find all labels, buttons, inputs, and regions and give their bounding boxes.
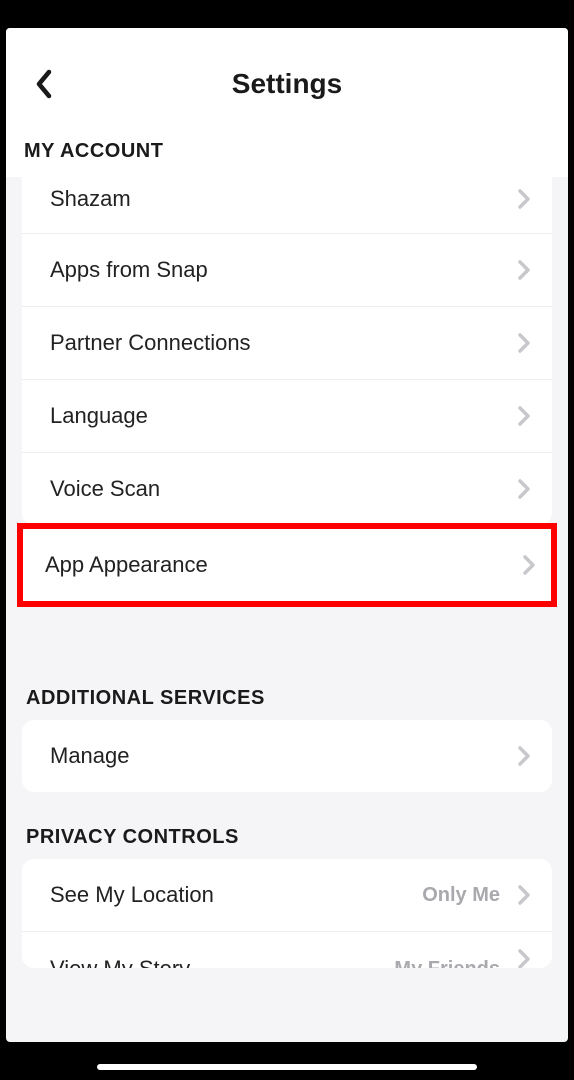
chevron-right-icon	[516, 256, 532, 284]
chevron-right-icon	[516, 475, 532, 503]
page-title: Settings	[232, 68, 342, 100]
home-indicator[interactable]	[97, 1064, 477, 1070]
section-header-additional-services: ADDITIONAL SERVICES	[6, 669, 568, 720]
row-label: Language	[50, 403, 148, 429]
settings-row-voice-scan[interactable]: Voice Scan	[22, 453, 552, 525]
row-label: Apps from Snap	[50, 257, 208, 283]
chevron-right-icon	[516, 185, 532, 213]
highlight-app-appearance: App Appearance	[17, 523, 557, 607]
chevron-right-icon	[521, 551, 537, 579]
chevron-right-icon	[516, 945, 532, 968]
row-label: View My Story	[50, 956, 190, 968]
settings-row-partner-connections[interactable]: Partner Connections	[22, 307, 552, 380]
row-value: Only Me	[422, 884, 500, 907]
settings-row-see-my-location[interactable]: See My Location Only Me	[22, 859, 552, 932]
back-button[interactable]	[24, 64, 64, 104]
chevron-right-icon	[516, 881, 532, 909]
chevron-right-icon	[516, 742, 532, 770]
section-header-my-account: MY ACCOUNT	[22, 112, 552, 173]
my-account-list: Shazam Apps from Snap Partner Connection…	[22, 177, 552, 525]
header-top: Settings	[22, 56, 552, 112]
row-label: Shazam	[50, 186, 131, 212]
chevron-right-icon	[516, 402, 532, 430]
privacy-controls-list: See My Location Only Me View My Story My…	[22, 859, 552, 968]
row-value: My Friends	[394, 958, 500, 969]
row-label: App Appearance	[45, 552, 208, 578]
settings-row-apps-from-snap[interactable]: Apps from Snap	[22, 234, 552, 307]
row-label: Voice Scan	[50, 476, 160, 502]
settings-row-view-my-story[interactable]: View My Story My Friends	[22, 932, 552, 968]
settings-screen: Settings MY ACCOUNT Shazam Apps from Sna…	[6, 28, 568, 1042]
additional-services-list: Manage	[22, 720, 552, 792]
row-label: Partner Connections	[50, 330, 251, 356]
row-right: Only Me	[422, 881, 532, 909]
row-label: Manage	[50, 743, 130, 769]
settings-row-manage[interactable]: Manage	[22, 720, 552, 792]
spacer	[6, 609, 568, 669]
chevron-right-icon	[516, 329, 532, 357]
settings-row-language[interactable]: Language	[22, 380, 552, 453]
settings-row-app-appearance[interactable]: App Appearance	[23, 529, 551, 601]
settings-row-shazam[interactable]: Shazam	[22, 177, 552, 234]
section-header-privacy-controls: PRIVACY CONTROLS	[6, 792, 568, 859]
row-label: See My Location	[50, 882, 214, 908]
row-right: My Friends	[394, 945, 532, 968]
chevron-left-icon	[35, 69, 53, 99]
header: Settings MY ACCOUNT	[6, 28, 568, 177]
